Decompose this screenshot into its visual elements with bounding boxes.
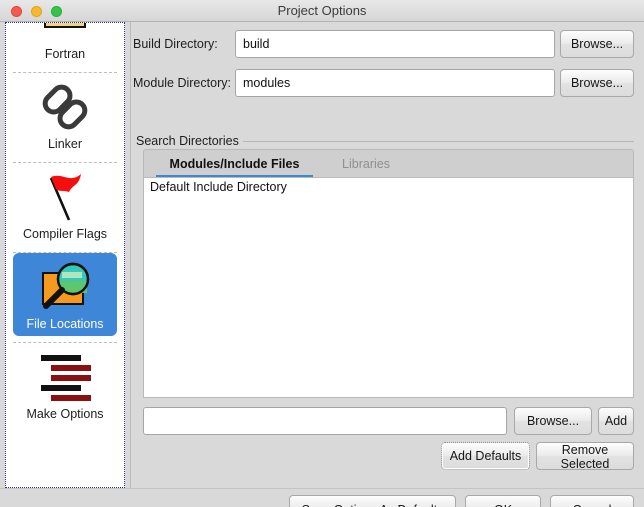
sidebar-item-make-options[interactable]: Make Options — [13, 343, 117, 426]
stacked-bars-icon — [13, 349, 117, 405]
dialog-body: F Fortran — [0, 22, 644, 507]
save-options-as-defaults-button[interactable]: Save Options As Defaults — [289, 495, 456, 507]
sidebar-item-compiler-flags[interactable]: Compiler Flags — [13, 163, 117, 246]
sidebar-item-label: Compiler Flags — [22, 227, 108, 241]
sidebar-item-label: File Locations — [26, 317, 104, 331]
red-flag-icon — [13, 169, 117, 225]
svg-text:F: F — [54, 22, 76, 29]
sidebar-item-linker[interactable]: Linker — [13, 73, 117, 156]
dialog-footer: Save Options As Defaults OK Cancel — [0, 488, 644, 507]
search-directories-group: Search Directories Modules/Include Files… — [136, 134, 634, 479]
ok-button[interactable]: OK — [465, 495, 541, 507]
sidebar-item-label: Make Options — [26, 407, 104, 421]
search-directories-tabstrip: Modules/Include Files Libraries — [143, 149, 634, 178]
add-directory-button[interactable]: Add — [598, 407, 634, 435]
sidebar-item-label: Linker — [47, 137, 83, 151]
options-category-list[interactable]: F Fortran — [5, 22, 125, 488]
search-directories-list[interactable]: Default Include Directory — [143, 177, 634, 398]
module-directory-label: Module Directory: — [133, 76, 231, 90]
fortran-f-icon: F — [13, 22, 117, 45]
module-directory-browse-button[interactable]: Browse... — [560, 69, 634, 97]
tab-libraries[interactable]: Libraries — [326, 150, 406, 178]
project-options-window: Project Options F Fortran — [0, 0, 644, 507]
build-directory-label: Build Directory: — [133, 37, 218, 51]
remove-selected-button[interactable]: Remove Selected — [536, 442, 634, 471]
chain-link-icon — [13, 79, 117, 135]
cancel-button[interactable]: Cancel — [550, 495, 634, 507]
sidebar-item-fortran[interactable]: F Fortran — [13, 22, 117, 66]
window-title: Project Options — [277, 3, 367, 18]
new-directory-input[interactable] — [143, 407, 507, 435]
search-directories-legend: Search Directories — [136, 134, 243, 148]
module-directory-input[interactable] — [235, 69, 555, 97]
tab-modules-include-files[interactable]: Modules/Include Files — [156, 150, 313, 178]
list-item[interactable]: Default Include Directory — [144, 178, 633, 196]
sidebar-item-file-locations[interactable]: File Locations — [13, 253, 117, 336]
add-defaults-button[interactable]: Add Defaults — [441, 442, 530, 470]
title-bar: Project Options — [0, 0, 644, 22]
file-locations-panel: Build Directory: Browse... Module Direct… — [130, 22, 639, 488]
module-directory-row: Module Directory: Browse... — [131, 69, 634, 97]
build-directory-input[interactable] — [235, 30, 555, 58]
build-directory-row: Build Directory: Browse... — [131, 30, 634, 58]
folder-magnifier-icon — [13, 259, 117, 315]
build-directory-browse-button[interactable]: Browse... — [560, 30, 634, 58]
sidebar-item-label: Fortran — [44, 47, 86, 61]
search-directories-browse-button[interactable]: Browse... — [514, 407, 592, 435]
